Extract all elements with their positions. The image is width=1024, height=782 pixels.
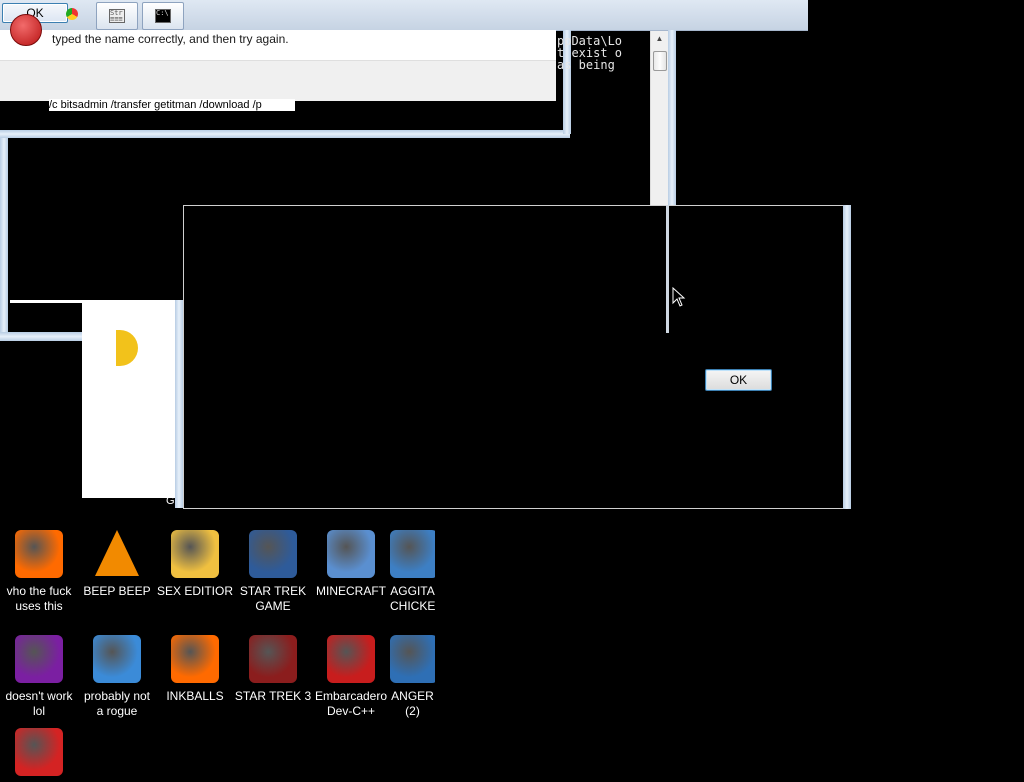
scroll-up-icon[interactable]: ▲: [651, 31, 668, 47]
desktop-icon-label: a rogue: [96, 704, 138, 718]
desktop-icon-label: STAR TREK: [239, 584, 307, 598]
vlc-cone-icon: [95, 530, 139, 576]
desktop-icon-label: ANGER: [391, 689, 434, 703]
desktop-icon[interactable]: STAR TREK GAME: [234, 530, 312, 614]
desktop-icon-label: MINECRAFT: [316, 584, 386, 598]
angry-bird-icon: [390, 530, 435, 578]
chrome-icon[interactable]: [66, 8, 78, 20]
blank-dialog-window: [183, 205, 845, 509]
desktop-icon-label: BEEP BEEP: [83, 584, 151, 598]
desktop-icon-label: lol: [32, 704, 45, 718]
inkball-icon: [171, 635, 219, 683]
desktop-icon-label: Dev-C++: [326, 704, 376, 718]
desktop-icon-label: vho the fuck: [6, 584, 72, 598]
icon-label-fragment: G: [166, 495, 175, 507]
window-frame-top: [0, 130, 570, 138]
mouse-cursor-icon: [672, 287, 686, 307]
desktop-icon-label: STAR TREK 3: [234, 689, 312, 703]
dialog-footer: [0, 60, 556, 101]
console-output: ppData\Lo t exist o as being: [557, 35, 649, 75]
window-frame-fragment: [666, 205, 669, 333]
console-line: as being: [557, 58, 615, 72]
editor-task-icon: Str ≡≡≡: [109, 9, 125, 23]
desktop-icon-label: GAME: [255, 599, 291, 613]
desktop-icon[interactable]: doesn't work lol: [0, 635, 78, 719]
desktop-icon[interactable]: [0, 728, 78, 782]
desktop-icon[interactable]: INKBALLS: [156, 635, 234, 704]
star-wars-birds-icon: [249, 635, 297, 683]
desktop-icon[interactable]: vho the fuck uses this: [0, 530, 78, 614]
system-gears-icon: [93, 635, 141, 683]
error-icon: [10, 14, 42, 46]
desktop-icon-label: AGGITA: [390, 584, 435, 598]
desktop-icon[interactable]: STAR TREK 3: [234, 635, 312, 704]
desktop-icon-label: uses this: [15, 599, 63, 613]
flash-icon: [15, 530, 63, 578]
taskbar-item-cmd[interactable]: C:\: [142, 2, 184, 30]
devcpp-icon: [327, 635, 375, 683]
cmd-task-icon: C:\: [155, 9, 171, 23]
angry-bird-icon: [390, 635, 435, 683]
desktop-icon[interactable]: Embarcadero Dev-C++: [312, 635, 390, 719]
taskbar-item-editor[interactable]: Str ≡≡≡: [96, 2, 138, 30]
star-wars-birds-icon: [249, 530, 297, 578]
dialog-frame-right: [843, 205, 851, 509]
window-frame-left: [0, 135, 8, 335]
yahoo-messenger-icon: [15, 635, 63, 683]
desktop-icon[interactable]: BEEP BEEP: [78, 530, 156, 599]
icon-label-fragment: ive: [122, 374, 137, 386]
desktop-icon[interactable]: MINECRAFT: [312, 530, 390, 599]
red-bird-icon: [15, 728, 63, 776]
desktop-icon[interactable]: SEX EDITIOR: [156, 530, 234, 599]
minecraft-birds-icon: [327, 530, 375, 578]
error-dialog: typed the name correctly, and then try a…: [0, 14, 556, 101]
window-fragment: [10, 300, 82, 303]
desktop-icon-label: probably not: [83, 689, 151, 703]
ok-button[interactable]: OK: [705, 369, 772, 391]
command-field[interactable]: /c bitsadmin /transfer getitman /downloa…: [49, 99, 295, 111]
desktop-icon[interactable]: probably not a rogue: [78, 635, 156, 719]
desktop-icon[interactable]: ANGER (2): [390, 635, 435, 719]
desktop-icon-label: Embarcadero: [314, 689, 388, 703]
desktop-icon-label: INKBALLS: [166, 689, 224, 703]
desktop-icon-label: SEX EDITIOR: [156, 584, 233, 598]
scroll-thumb[interactable]: [653, 51, 667, 71]
desktop-icon-label: (2): [405, 704, 420, 718]
desktop-icon[interactable]: AGGITA CHICKE: [390, 530, 435, 614]
window-frame-fragment: [175, 300, 183, 508]
hxd-editor-icon: [171, 530, 219, 578]
desktop-icon-label: doesn't work: [5, 689, 73, 703]
top-taskbar: OK Str ≡≡≡ C:\: [0, 0, 808, 31]
error-message: typed the name correctly, and then try a…: [52, 32, 289, 46]
desktop-icon-label: CHICKE: [390, 599, 435, 613]
